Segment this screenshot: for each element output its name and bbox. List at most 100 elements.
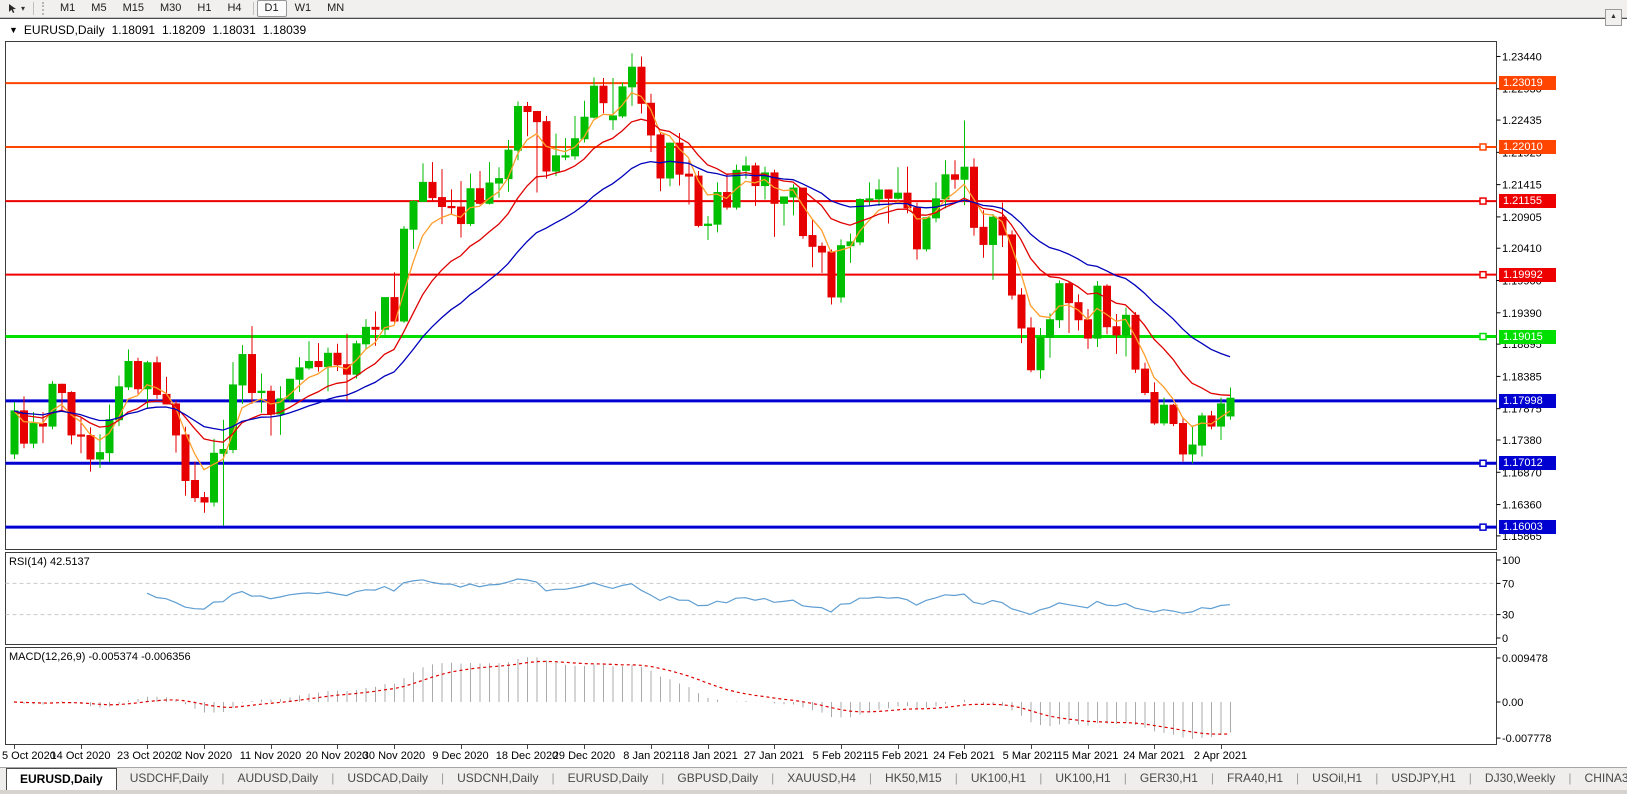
chevron-down-icon: ▾	[21, 4, 25, 13]
chart-tab-0[interactable]: EURUSD,Daily	[6, 768, 117, 790]
chart-tab-3[interactable]: USDCAD,Daily	[334, 768, 441, 790]
chart-canvas[interactable]: 1.234401.229301.224351.219251.214151.209…	[0, 40, 1627, 745]
candle-body	[1199, 416, 1206, 445]
candle-body	[895, 193, 902, 198]
toolbar: ▾ M1M5M15M30H1H4 D1W1MN	[0, 0, 1627, 18]
timeframe-button-MN[interactable]: MN	[319, 1, 352, 16]
timeframe-button-H1[interactable]: H1	[189, 1, 219, 16]
price-line-badge-1.17012: 1.17012	[1499, 456, 1556, 470]
chart-title-strip: ▼ EURUSD,Daily 1.18091 1.18209 1.18031 1…	[0, 18, 1627, 41]
candle-body	[885, 190, 892, 198]
candle-body	[553, 156, 560, 171]
candle-body	[439, 198, 446, 207]
line-handle[interactable]	[1480, 334, 1486, 340]
chart-tab-14[interactable]: USDJPY,H1	[1378, 768, 1468, 790]
macd-indicator-label: MACD(12,26,9) -0.005374 -0.006356	[9, 651, 191, 663]
date-tick-mark	[964, 745, 965, 749]
toolbar-separator	[253, 2, 254, 15]
date-tick-mark	[584, 745, 585, 749]
cursor-tool-button[interactable]: ▾	[3, 3, 29, 15]
timeframe-button-M30[interactable]: M30	[152, 1, 189, 16]
scroll-up-button[interactable]: ▲	[1605, 9, 1622, 26]
rsi-panel[interactable]	[6, 553, 1497, 645]
candle-body	[296, 368, 303, 379]
macd-panel[interactable]	[6, 648, 1497, 745]
candle-body	[1009, 235, 1016, 295]
chart-tab-1[interactable]: USDCHF,Daily	[117, 768, 222, 790]
line-handle[interactable]	[1480, 272, 1486, 278]
candle-body	[1066, 284, 1073, 303]
price-tick-label: 1.18385	[1502, 371, 1542, 383]
candle-body	[1037, 337, 1044, 369]
candle-body	[325, 353, 332, 366]
line-handle[interactable]	[1480, 524, 1486, 530]
candle-body	[648, 103, 655, 135]
candle-body	[676, 143, 683, 174]
main-panel[interactable]	[6, 42, 1497, 550]
price-line-badge-1.21155: 1.21155	[1499, 194, 1556, 208]
timeframe-button-D1[interactable]: D1	[257, 0, 287, 17]
candle-body	[306, 362, 313, 368]
candle-body	[1056, 284, 1063, 320]
date-tick-mark	[1154, 745, 1155, 749]
chart-tab-bar: EURUSD,DailyUSDCHF,Daily|AUDUSD,Daily|US…	[0, 767, 1627, 790]
candle-body	[876, 190, 883, 199]
date-tick-mark	[461, 745, 462, 749]
chart-tab-8[interactable]: HK50,M15	[872, 768, 955, 790]
date-axis[interactable]: 5 Oct 202014 Oct 202023 Oct 20202 Nov 20…	[0, 745, 1627, 767]
collapse-chart-icon[interactable]: ▼	[9, 25, 18, 35]
candle-body	[828, 252, 835, 297]
candle-body	[448, 206, 455, 207]
price-tick-label: 1.21415	[1502, 180, 1542, 192]
candle-body	[505, 150, 512, 178]
chart-tab-2[interactable]: AUDUSD,Daily	[225, 768, 332, 790]
candle-body	[1170, 405, 1177, 423]
chart-tab-12[interactable]: FRA40,H1	[1214, 768, 1296, 790]
candle-body	[714, 193, 721, 225]
price-line-badge-1.19992: 1.19992	[1499, 268, 1556, 282]
candle-body	[410, 201, 417, 229]
chart-tab-7[interactable]: XAUUSD,H4	[774, 768, 869, 790]
chart-tab-11[interactable]: GER30,H1	[1127, 768, 1211, 790]
chart-tab-13[interactable]: USOil,H1	[1299, 768, 1375, 790]
chart-tab-6[interactable]: GBPUSD,Daily	[664, 768, 771, 790]
candle-body	[990, 217, 997, 244]
candle-body	[705, 224, 712, 225]
line-handle[interactable]	[1480, 144, 1486, 150]
price-tick-label: 1.23440	[1502, 51, 1542, 63]
candle-body	[1113, 327, 1120, 335]
chart-tab-4[interactable]: USDCNH,Daily	[444, 768, 551, 790]
ohlc-close-value: 1.18039	[263, 23, 306, 37]
chart-tab-15[interactable]: DJ30,Weekly	[1472, 768, 1568, 790]
line-handle[interactable]	[1480, 460, 1486, 466]
price-tick-label: 1.19390	[1502, 308, 1542, 320]
timeframe-button-H4[interactable]: H4	[219, 1, 249, 16]
timeframe-button-W1[interactable]: W1	[287, 1, 320, 16]
price-tick-label: 1.20410	[1502, 243, 1542, 255]
date-tick-mark	[147, 745, 148, 749]
candle-body	[1161, 405, 1168, 423]
candle-body	[515, 106, 522, 150]
timeframe-button-M1[interactable]: M1	[52, 1, 83, 16]
rsi-tick-label: 0	[1502, 633, 1508, 645]
timeframe-button-M15[interactable]: M15	[115, 1, 152, 16]
candle-body	[838, 246, 845, 297]
line-handle[interactable]	[1480, 198, 1486, 204]
date-tick-mark	[204, 745, 205, 749]
ohlc-open-value: 1.18091	[112, 23, 155, 37]
chart-tab-10[interactable]: UK100,H1	[1042, 768, 1123, 790]
chart-tab-16[interactable]: CHINA300,H1	[1572, 768, 1627, 790]
candle-body	[49, 384, 56, 426]
candle-body	[30, 424, 37, 444]
chart-tab-9[interactable]: UK100,H1	[958, 768, 1039, 790]
ohlc-low-value: 1.18031	[212, 23, 255, 37]
chart-tab-5[interactable]: EURUSD,Daily	[555, 768, 662, 790]
rsi-indicator-label: RSI(14) 42.5137	[9, 556, 90, 568]
chart-symbol-title: EURUSD,Daily	[24, 23, 105, 37]
candle-body	[1085, 320, 1092, 338]
candle-body	[562, 156, 569, 157]
timeframe-button-M5[interactable]: M5	[83, 1, 114, 16]
toolbar-grip-handle[interactable]	[42, 2, 47, 15]
candle-body	[534, 112, 541, 122]
candle-body	[429, 182, 436, 197]
